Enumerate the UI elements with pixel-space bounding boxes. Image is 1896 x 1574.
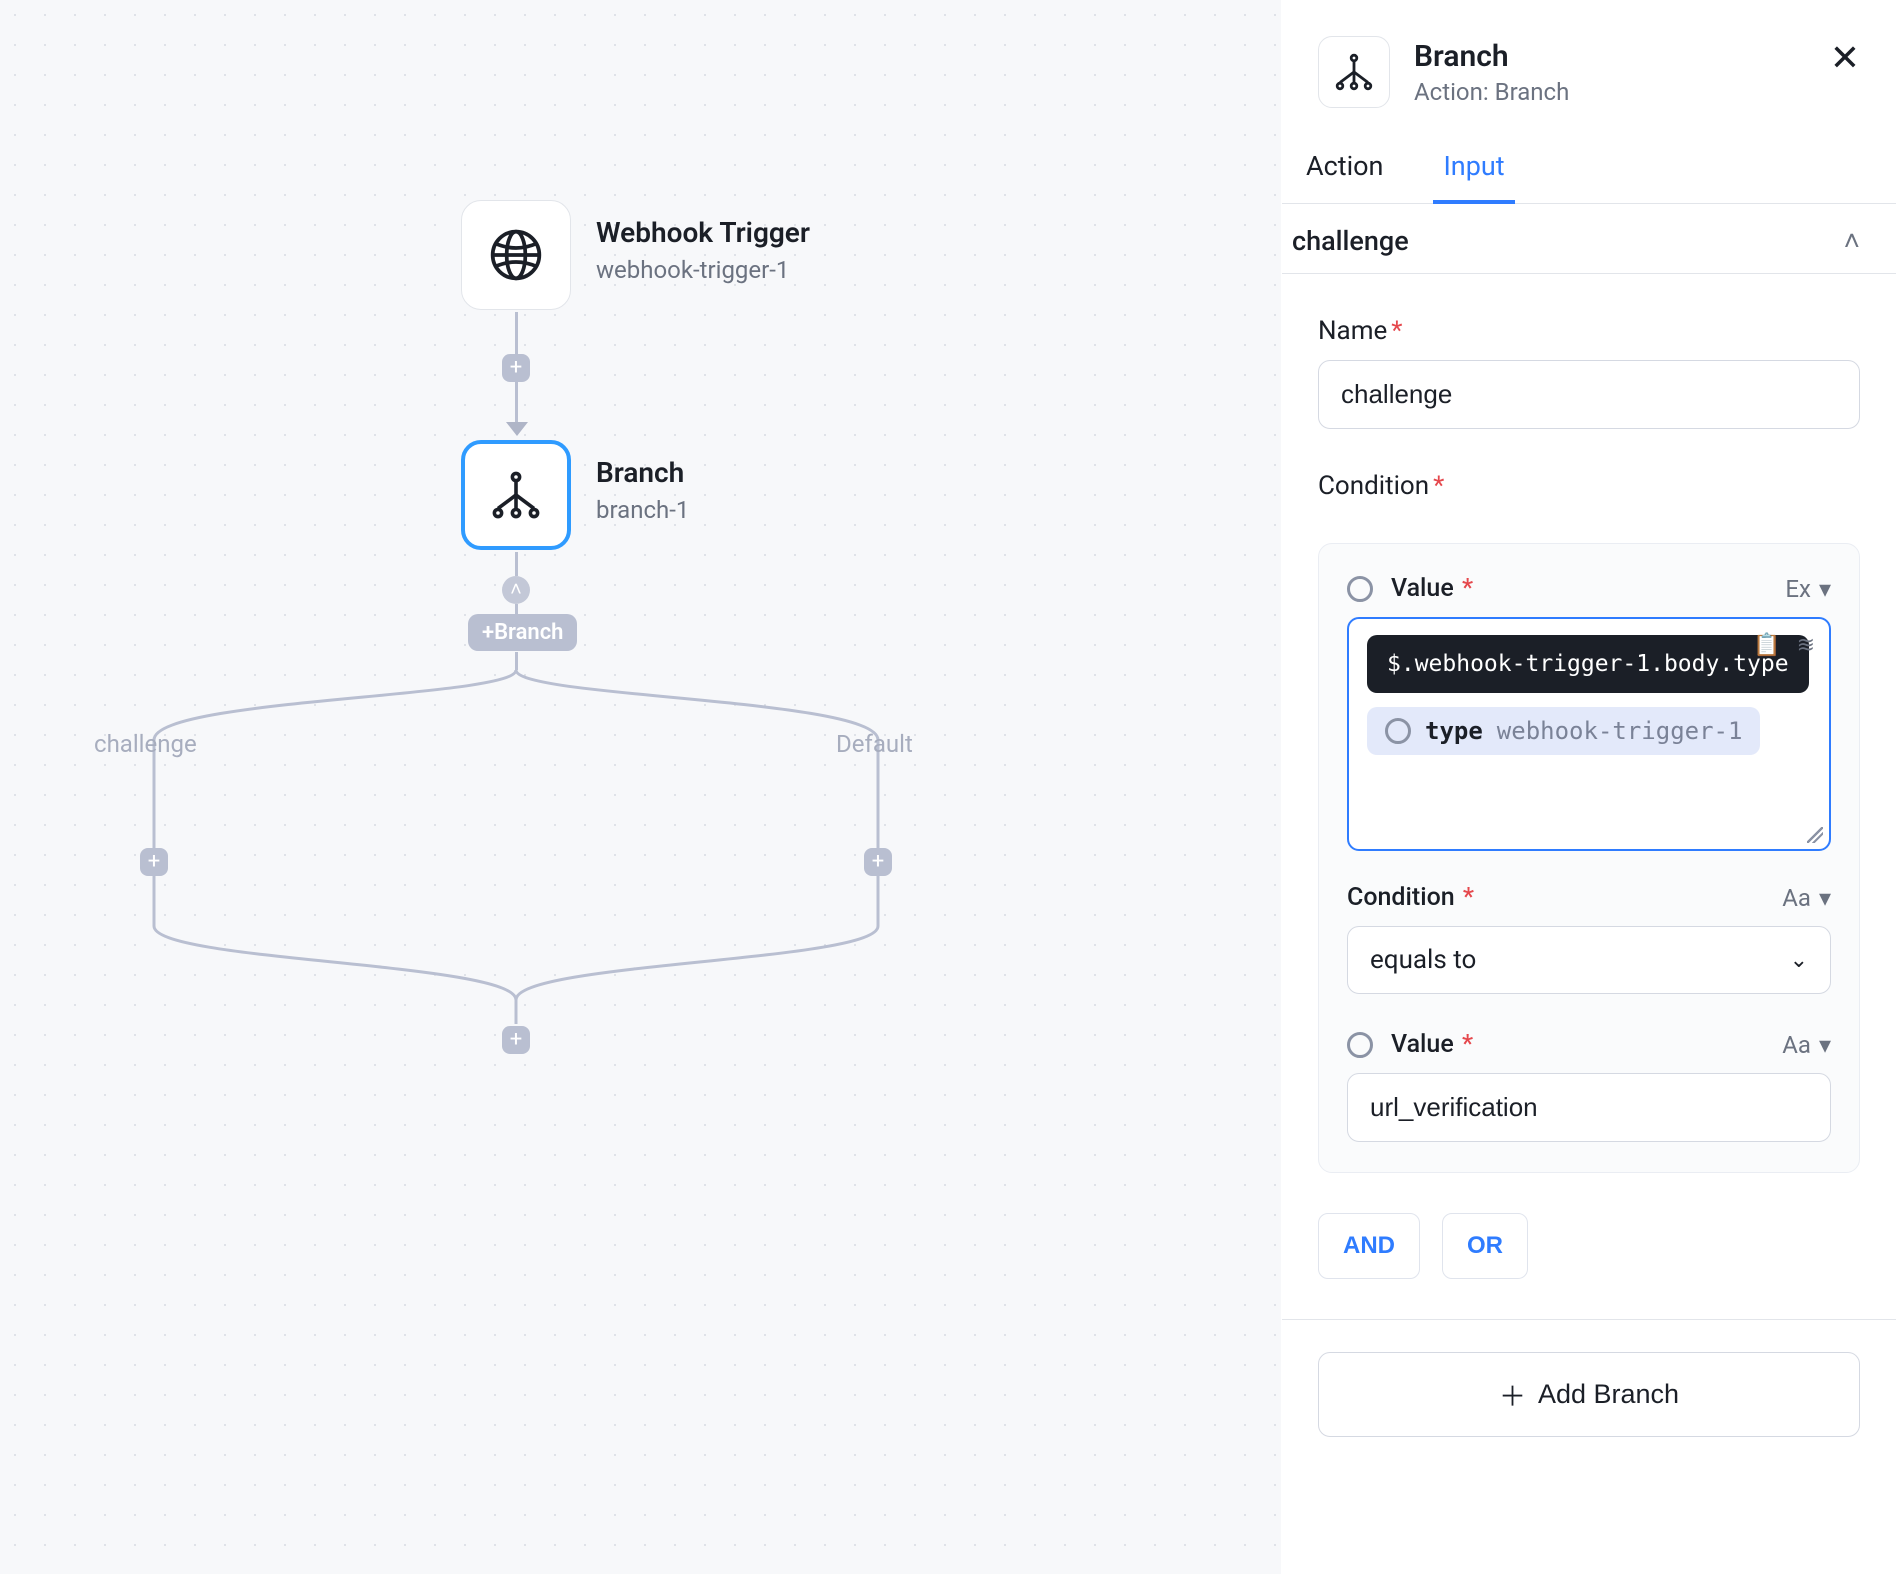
value1-label: Value * <box>1391 574 1473 603</box>
condition-type-selector[interactable]: Aa ▾ <box>1782 884 1831 912</box>
radio-icon[interactable] <box>1347 1032 1373 1058</box>
value1-type-selector[interactable]: Ex ▾ <box>1785 575 1831 603</box>
expression-input[interactable]: 📋 ≋ $.webhook-trigger-1.body.type type w… <box>1347 617 1831 851</box>
tab-action[interactable]: Action <box>1296 150 1393 203</box>
close-button[interactable]: ✕ <box>1830 40 1860 76</box>
value2-input[interactable] <box>1347 1073 1831 1142</box>
branch-lane-label-right: Default <box>836 730 913 758</box>
expand-icon[interactable]: ≋ <box>1797 633 1815 658</box>
node-branch[interactable] <box>461 440 571 550</box>
expression-toolbar: 📋 ≋ <box>1753 633 1815 658</box>
divider <box>1282 1319 1896 1320</box>
paste-icon[interactable]: 📋 <box>1753 633 1780 658</box>
condition-operator-label: Condition * <box>1347 883 1474 912</box>
condition-card: Value * Ex ▾ 📋 ≋ $.webhook-trigger-1.bod… <box>1318 543 1860 1173</box>
expression-chip[interactable]: type webhook-trigger-1 <box>1367 707 1760 755</box>
add-branch-button[interactable]: ＋ Add Branch <box>1318 1352 1860 1437</box>
expression-tooltip: $.webhook-trigger-1.body.type <box>1367 635 1809 693</box>
edge <box>515 552 518 576</box>
value2-label: Value * <box>1391 1030 1473 1059</box>
condition-operator-select[interactable]: equals to ⌄ <box>1347 926 1831 994</box>
node-title: Webhook Trigger <box>596 216 810 250</box>
name-input[interactable] <box>1318 360 1860 429</box>
section-title: challenge <box>1292 225 1409 257</box>
node-webhook-trigger[interactable] <box>461 200 571 310</box>
branch-connector <box>80 650 960 1070</box>
add-branch-chip[interactable]: +Branch <box>468 614 577 651</box>
branch-lane-label-left: challenge <box>94 730 197 758</box>
or-button[interactable]: OR <box>1442 1213 1528 1279</box>
node-subtitle: webhook-trigger-1 <box>596 256 810 284</box>
node-title: Branch <box>596 456 689 490</box>
tab-input[interactable]: Input <box>1433 150 1514 204</box>
chevron-up-icon[interactable]: ˄ <box>1844 224 1860 257</box>
workflow-canvas[interactable]: Webhook Trigger webhook-trigger-1 + Bran… <box>0 0 1281 1574</box>
branch-icon <box>1333 51 1375 93</box>
radio-icon[interactable] <box>1347 576 1373 602</box>
properties-panel: Branch Action: Branch ✕ Action Input cha… <box>1281 0 1896 1574</box>
and-button[interactable]: AND <box>1318 1213 1420 1279</box>
panel-icon <box>1318 36 1390 108</box>
add-node-bottom-button[interactable]: + <box>502 1026 530 1054</box>
panel-subtitle: Action: Branch <box>1414 78 1569 106</box>
name-label: Name* <box>1318 316 1860 346</box>
plus-icon: ＋ <box>1499 1375 1526 1414</box>
radio-icon <box>1385 718 1411 744</box>
branch-icon <box>489 468 543 522</box>
condition-label: Condition* <box>1318 471 1860 501</box>
add-node-left-button[interactable]: + <box>140 848 168 876</box>
add-node-right-button[interactable]: + <box>864 848 892 876</box>
globe-icon <box>488 227 544 283</box>
arrowhead-icon <box>506 422 528 436</box>
panel-title: Branch <box>1414 39 1569 74</box>
panel-tabs: Action Input <box>1282 150 1896 204</box>
add-node-button[interactable]: + <box>502 354 530 382</box>
collapse-button[interactable]: ˄ <box>502 576 530 604</box>
value2-type-selector[interactable]: Aa ▾ <box>1782 1031 1831 1059</box>
node-subtitle: branch-1 <box>596 496 689 524</box>
chevron-down-icon: ⌄ <box>1790 948 1808 973</box>
